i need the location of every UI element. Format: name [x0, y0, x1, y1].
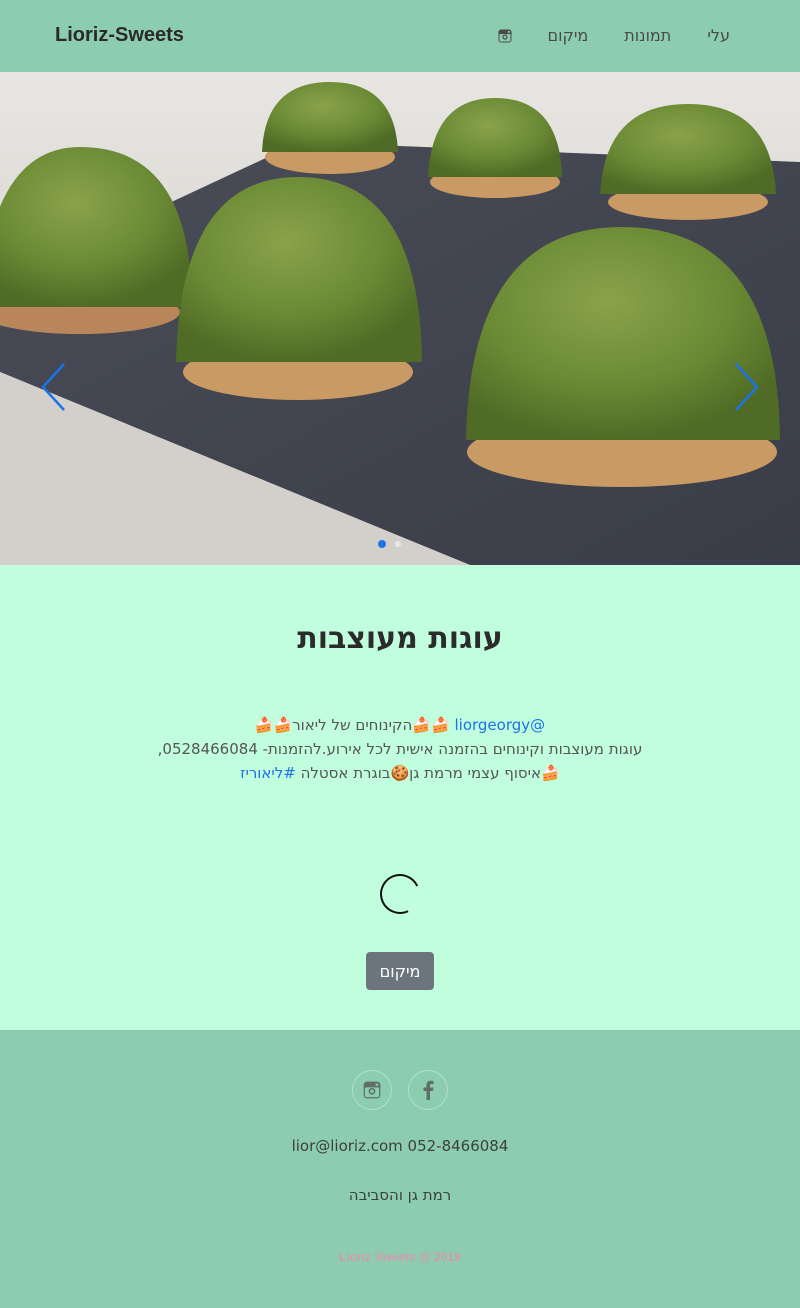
bio-line-2: עוגות מעוצבות וקינוחים בהזמנה אישית לכל … [157, 740, 643, 758]
copyright: Lioriz Sweets @ 2019 [339, 1250, 461, 1264]
hashtag-link[interactable]: #ליאוריז [240, 764, 296, 782]
nav-photos[interactable]: תמונות [624, 26, 671, 45]
carousel-next-button[interactable] [732, 362, 762, 412]
image-carousel[interactable] [0, 72, 800, 565]
instagram-button[interactable] [352, 1070, 392, 1110]
chevron-left-icon [41, 363, 65, 411]
nav-links: עלי תמונות מיקום [498, 26, 730, 45]
address: רמת גן והסביבה [348, 1186, 452, 1204]
nav-instagram-link[interactable] [498, 29, 512, 43]
loading-spinner [374, 868, 426, 920]
main-content: עוגות מעוצבות @liorgeorgy 🍰🍰הקינוחים של … [0, 565, 800, 1030]
instagram-handle-link[interactable]: @liorgeorgy [454, 716, 545, 734]
bio-line-1: @liorgeorgy 🍰🍰הקינוחים של ליאור🍰🍰 [254, 716, 546, 734]
nav-location[interactable]: מיקום [548, 26, 589, 45]
carousel-prev-button[interactable] [38, 362, 68, 412]
social-links [352, 1070, 448, 1110]
facebook-icon [423, 1080, 434, 1100]
brand-logo[interactable]: Lioriz-Sweets [55, 24, 184, 47]
carousel-photo [0, 72, 800, 565]
bio-text: @liorgeorgy 🍰🍰הקינוחים של ליאור🍰🍰 עוגות … [0, 713, 800, 785]
contact-info: lior@lioriz.com 052-8466084 [291, 1137, 509, 1155]
navbar: Lioriz-Sweets עלי תמונות מיקום [0, 0, 800, 72]
page-title: עוגות מעוצבות [297, 621, 503, 656]
bio-line-3: 🍰איסוף עצמי מרמת גן🍪בוגרת אסטלה #ליאוריז [240, 764, 560, 782]
chevron-right-icon [735, 363, 759, 411]
location-button[interactable]: מיקום [366, 952, 434, 990]
facebook-button[interactable] [408, 1070, 448, 1110]
instagram-icon [498, 29, 511, 42]
instagram-icon [363, 1081, 381, 1099]
footer: lior@lioriz.com 052-8466084 רמת גן והסבי… [0, 1030, 800, 1308]
nav-about[interactable]: עלי [707, 26, 730, 45]
